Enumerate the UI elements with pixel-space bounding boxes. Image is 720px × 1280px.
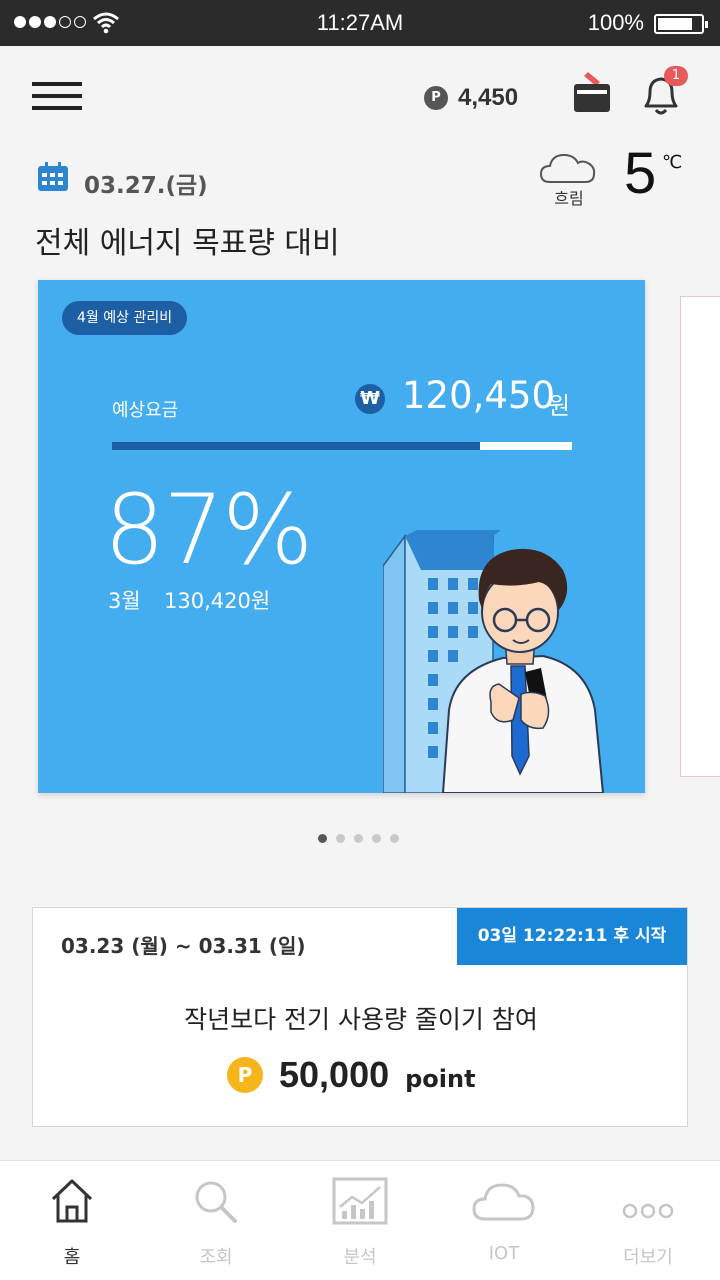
weather-condition: 흐림 <box>554 189 584 208</box>
nav-search[interactable]: 조회 <box>144 1161 288 1280</box>
office-worker-illustration <box>383 530 605 793</box>
nav-home[interactable]: 홈 <box>0 1161 144 1280</box>
estimate-unit: 원 <box>548 392 571 420</box>
temperature-value: 5 <box>624 141 657 206</box>
bottom-navigation: 홈 조회 분석 IOT 더보기 <box>0 1160 720 1280</box>
section-title: 전체 에너지 목표량 대비 <box>35 226 340 261</box>
carousel-pagination[interactable] <box>318 834 399 843</box>
chart-icon <box>332 1177 388 1225</box>
pager-dot[interactable] <box>354 834 363 843</box>
notification-badge: 1 <box>664 66 688 86</box>
target-percent: 87% <box>104 474 313 586</box>
event-reward: P 50,000 point <box>227 1054 476 1096</box>
previous-month-amount: 130,420원 <box>164 589 271 613</box>
energy-forecast-card[interactable]: 4월 예상 관리비 예상요금 ₩ 120,450 원 87% 3월 130,42… <box>38 280 645 793</box>
more-icon <box>622 1203 674 1219</box>
status-bar: 11:27AM 100% <box>0 0 720 46</box>
estimate-label: 예상요금 <box>112 400 179 421</box>
calendar-icon[interactable] <box>37 162 69 192</box>
cloud-icon <box>472 1183 535 1221</box>
month-badge: 4월 예상 관리비 <box>62 301 188 335</box>
home-icon <box>51 1179 93 1223</box>
nav-more[interactable]: 더보기 <box>576 1161 720 1280</box>
pager-dot[interactable] <box>390 834 399 843</box>
menu-icon[interactable] <box>32 82 82 110</box>
won-icon: ₩ <box>355 384 385 414</box>
reward-amount: 50,000 <box>279 1054 390 1095</box>
nav-iot-label: IOT <box>488 1243 520 1264</box>
estimate-progress-bar <box>112 442 572 450</box>
pager-dot[interactable] <box>372 834 381 843</box>
event-countdown-badge: 03일 12:22:11 후 시작 <box>457 908 687 965</box>
nav-iot[interactable]: IOT <box>432 1161 576 1280</box>
temperature-unit: ℃ <box>662 152 683 173</box>
point-icon: P <box>424 86 448 110</box>
event-card[interactable]: 03.23 (월) ~ 03.31 (일) 03일 12:22:11 후 시작 … <box>32 907 688 1127</box>
points-balance[interactable]: P 4,450 <box>424 84 518 112</box>
event-title: 작년보다 전기 사용량 줄이기 참여 <box>184 1005 538 1034</box>
points-value: 4,450 <box>458 84 519 111</box>
point-coin-icon: P <box>227 1057 263 1093</box>
estimate-amount: 120,450 <box>402 374 556 417</box>
nav-search-label: 조회 <box>199 1247 233 1268</box>
next-card-peek[interactable] <box>680 296 720 777</box>
pager-dot[interactable] <box>336 834 345 843</box>
pager-dot[interactable] <box>318 834 327 843</box>
mailbox-icon[interactable] <box>572 68 612 114</box>
current-date: 03.27.(금) <box>84 173 208 199</box>
event-period: 03.23 (월) ~ 03.31 (일) <box>61 934 306 958</box>
nav-analysis[interactable]: 분석 <box>288 1161 432 1280</box>
battery-percent: 100% <box>587 10 644 35</box>
cloud-weather-icon <box>539 153 596 183</box>
nav-home-label: 홈 <box>63 1247 81 1268</box>
search-icon <box>195 1181 237 1223</box>
battery-icon <box>654 14 708 34</box>
nav-more-label: 더보기 <box>623 1247 673 1268</box>
previous-month-label: 3월 <box>108 589 141 613</box>
progress-fill <box>112 442 480 450</box>
nav-analysis-label: 분석 <box>343 1247 377 1268</box>
reward-unit: point <box>405 1065 476 1093</box>
